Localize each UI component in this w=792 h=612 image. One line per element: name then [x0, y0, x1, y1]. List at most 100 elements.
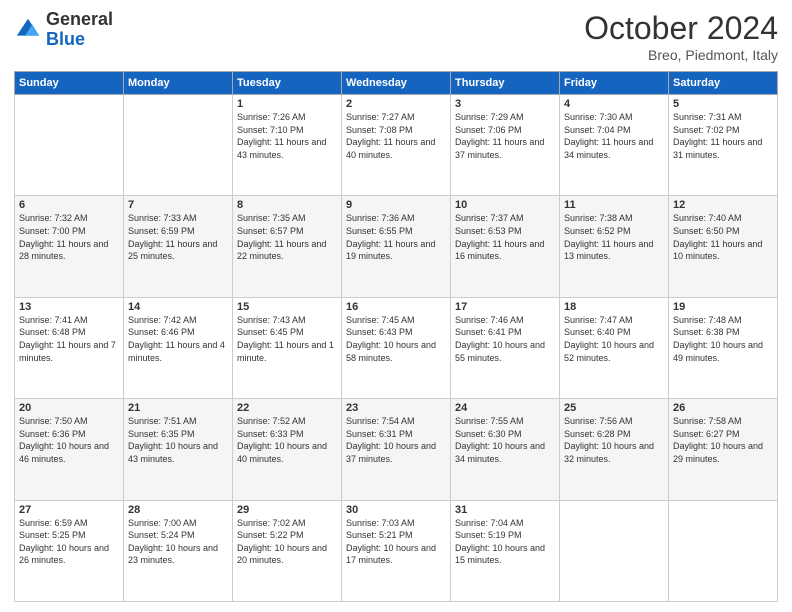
day-info: Sunrise: 7:54 AMSunset: 6:31 PMDaylight:… [346, 415, 446, 465]
day-info: Sunrise: 7:55 AMSunset: 6:30 PMDaylight:… [455, 415, 555, 465]
sunset-text: Sunset: 7:02 PM [673, 124, 773, 137]
daylight-text: Daylight: 10 hours and 55 minutes. [455, 339, 555, 364]
sunrise-text: Sunrise: 7:41 AM [19, 314, 119, 327]
day-number: 16 [346, 301, 446, 313]
week-row-4: 20Sunrise: 7:50 AMSunset: 6:36 PMDayligh… [15, 399, 778, 500]
day-info: Sunrise: 7:50 AMSunset: 6:36 PMDaylight:… [19, 415, 119, 465]
day-cell: 23Sunrise: 7:54 AMSunset: 6:31 PMDayligh… [342, 399, 451, 500]
weekday-header-tuesday: Tuesday [233, 72, 342, 95]
daylight-text: Daylight: 11 hours and 7 minutes. [19, 339, 119, 364]
day-info: Sunrise: 6:59 AMSunset: 5:25 PMDaylight:… [19, 517, 119, 567]
day-number: 29 [237, 504, 337, 516]
weekday-header-friday: Friday [560, 72, 669, 95]
day-cell [124, 95, 233, 196]
sunrise-text: Sunrise: 7:35 AM [237, 212, 337, 225]
sunset-text: Sunset: 5:22 PM [237, 529, 337, 542]
sunrise-text: Sunrise: 7:33 AM [128, 212, 228, 225]
logo: General Blue [14, 10, 113, 50]
daylight-text: Daylight: 11 hours and 28 minutes. [19, 238, 119, 263]
day-cell: 16Sunrise: 7:45 AMSunset: 6:43 PMDayligh… [342, 297, 451, 398]
day-cell [560, 500, 669, 601]
logo-blue: Blue [46, 29, 85, 49]
sunrise-text: Sunrise: 7:45 AM [346, 314, 446, 327]
sunset-text: Sunset: 6:46 PM [128, 326, 228, 339]
day-number: 5 [673, 98, 773, 110]
day-number: 2 [346, 98, 446, 110]
day-cell: 31Sunrise: 7:04 AMSunset: 5:19 PMDayligh… [451, 500, 560, 601]
daylight-text: Daylight: 11 hours and 34 minutes. [564, 136, 664, 161]
daylight-text: Daylight: 10 hours and 43 minutes. [128, 440, 228, 465]
day-number: 21 [128, 402, 228, 414]
day-cell: 22Sunrise: 7:52 AMSunset: 6:33 PMDayligh… [233, 399, 342, 500]
day-info: Sunrise: 7:00 AMSunset: 5:24 PMDaylight:… [128, 517, 228, 567]
sunrise-text: Sunrise: 7:51 AM [128, 415, 228, 428]
day-number: 4 [564, 98, 664, 110]
day-number: 13 [19, 301, 119, 313]
daylight-text: Daylight: 10 hours and 37 minutes. [346, 440, 446, 465]
logo-icon [14, 16, 42, 44]
daylight-text: Daylight: 10 hours and 29 minutes. [673, 440, 773, 465]
day-info: Sunrise: 7:26 AMSunset: 7:10 PMDaylight:… [237, 111, 337, 161]
sunset-text: Sunset: 6:40 PM [564, 326, 664, 339]
sunset-text: Sunset: 6:27 PM [673, 428, 773, 441]
sunrise-text: Sunrise: 7:48 AM [673, 314, 773, 327]
sunrise-text: Sunrise: 6:59 AM [19, 517, 119, 530]
sunset-text: Sunset: 6:57 PM [237, 225, 337, 238]
sunrise-text: Sunrise: 7:37 AM [455, 212, 555, 225]
day-info: Sunrise: 7:51 AMSunset: 6:35 PMDaylight:… [128, 415, 228, 465]
sunset-text: Sunset: 6:36 PM [19, 428, 119, 441]
day-number: 20 [19, 402, 119, 414]
week-row-3: 13Sunrise: 7:41 AMSunset: 6:48 PMDayligh… [15, 297, 778, 398]
daylight-text: Daylight: 11 hours and 10 minutes. [673, 238, 773, 263]
daylight-text: Daylight: 10 hours and 26 minutes. [19, 542, 119, 567]
sunset-text: Sunset: 6:31 PM [346, 428, 446, 441]
sunrise-text: Sunrise: 7:43 AM [237, 314, 337, 327]
day-info: Sunrise: 7:35 AMSunset: 6:57 PMDaylight:… [237, 212, 337, 262]
week-row-5: 27Sunrise: 6:59 AMSunset: 5:25 PMDayligh… [15, 500, 778, 601]
day-info: Sunrise: 7:38 AMSunset: 6:52 PMDaylight:… [564, 212, 664, 262]
weekday-header-thursday: Thursday [451, 72, 560, 95]
sunset-text: Sunset: 6:30 PM [455, 428, 555, 441]
day-cell: 1Sunrise: 7:26 AMSunset: 7:10 PMDaylight… [233, 95, 342, 196]
daylight-text: Daylight: 11 hours and 1 minute. [237, 339, 337, 364]
logo-text: General Blue [46, 10, 113, 50]
daylight-text: Daylight: 10 hours and 32 minutes. [564, 440, 664, 465]
daylight-text: Daylight: 11 hours and 37 minutes. [455, 136, 555, 161]
sunset-text: Sunset: 6:55 PM [346, 225, 446, 238]
day-number: 9 [346, 199, 446, 211]
day-number: 28 [128, 504, 228, 516]
day-info: Sunrise: 7:47 AMSunset: 6:40 PMDaylight:… [564, 314, 664, 364]
day-number: 22 [237, 402, 337, 414]
day-info: Sunrise: 7:32 AMSunset: 7:00 PMDaylight:… [19, 212, 119, 262]
month-title: October 2024 [584, 10, 778, 47]
sunset-text: Sunset: 5:24 PM [128, 529, 228, 542]
day-info: Sunrise: 7:52 AMSunset: 6:33 PMDaylight:… [237, 415, 337, 465]
day-cell: 17Sunrise: 7:46 AMSunset: 6:41 PMDayligh… [451, 297, 560, 398]
sunrise-text: Sunrise: 7:40 AM [673, 212, 773, 225]
daylight-text: Daylight: 10 hours and 23 minutes. [128, 542, 228, 567]
day-cell: 28Sunrise: 7:00 AMSunset: 5:24 PMDayligh… [124, 500, 233, 601]
sunrise-text: Sunrise: 7:52 AM [237, 415, 337, 428]
sunset-text: Sunset: 6:41 PM [455, 326, 555, 339]
daylight-text: Daylight: 11 hours and 40 minutes. [346, 136, 446, 161]
page: General Blue October 2024 Breo, Piedmont… [0, 0, 792, 612]
sunset-text: Sunset: 6:35 PM [128, 428, 228, 441]
sunrise-text: Sunrise: 7:42 AM [128, 314, 228, 327]
daylight-text: Daylight: 10 hours and 15 minutes. [455, 542, 555, 567]
day-number: 8 [237, 199, 337, 211]
day-number: 23 [346, 402, 446, 414]
sunrise-text: Sunrise: 7:47 AM [564, 314, 664, 327]
day-number: 7 [128, 199, 228, 211]
day-cell [15, 95, 124, 196]
day-number: 27 [19, 504, 119, 516]
daylight-text: Daylight: 11 hours and 16 minutes. [455, 238, 555, 263]
day-cell: 9Sunrise: 7:36 AMSunset: 6:55 PMDaylight… [342, 196, 451, 297]
daylight-text: Daylight: 10 hours and 46 minutes. [19, 440, 119, 465]
day-info: Sunrise: 7:46 AMSunset: 6:41 PMDaylight:… [455, 314, 555, 364]
sunset-text: Sunset: 6:38 PM [673, 326, 773, 339]
sunrise-text: Sunrise: 7:04 AM [455, 517, 555, 530]
day-info: Sunrise: 7:37 AMSunset: 6:53 PMDaylight:… [455, 212, 555, 262]
day-cell: 4Sunrise: 7:30 AMSunset: 7:04 PMDaylight… [560, 95, 669, 196]
day-info: Sunrise: 7:33 AMSunset: 6:59 PMDaylight:… [128, 212, 228, 262]
day-number: 11 [564, 199, 664, 211]
